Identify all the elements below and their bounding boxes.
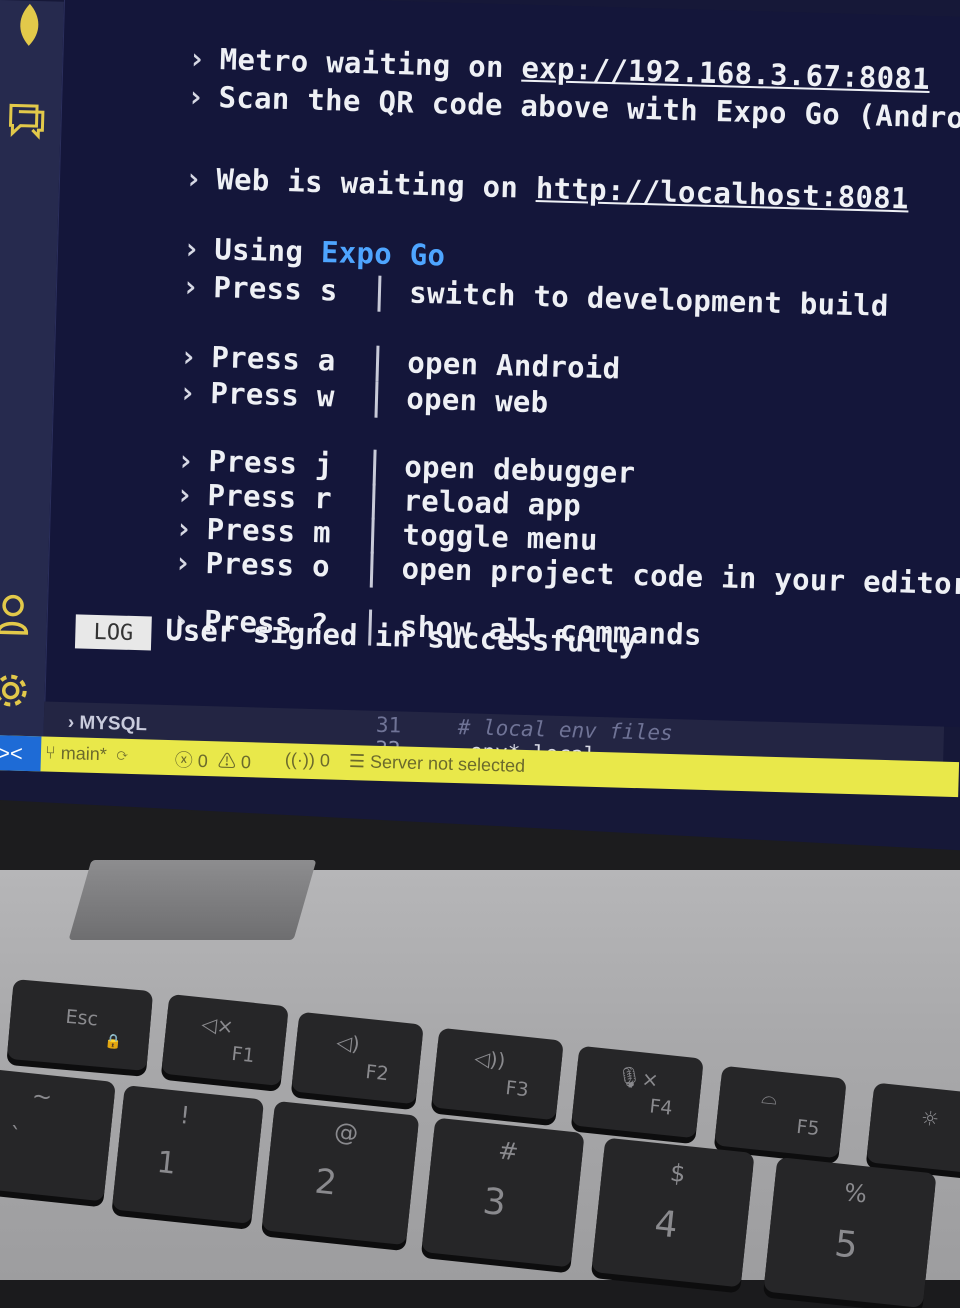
mute-icon: ◁× xyxy=(200,1011,235,1039)
key-f6[interactable]: ☼ xyxy=(866,1082,960,1174)
warning-icon: ⚠ xyxy=(212,751,237,772)
remote-button[interactable]: >< xyxy=(0,734,42,772)
key-f5[interactable]: ⌓ F5 xyxy=(714,1065,847,1159)
server-indicator[interactable]: ☰ Server not selected xyxy=(349,751,526,777)
terminal-panel[interactable]: › Metro waiting on exp://192.168.3.67:808… xyxy=(44,0,960,728)
ports-indicator[interactable]: ((·)) 0 xyxy=(285,749,331,771)
settings-gear-icon[interactable] xyxy=(0,668,33,713)
key-4[interactable]: $ 4 xyxy=(591,1137,755,1288)
git-branch-icon: ⑂ xyxy=(44,742,57,763)
volume-down-icon: ◁) xyxy=(335,1029,361,1057)
brightness-icon: ☼ xyxy=(919,1105,941,1132)
key-f3[interactable]: ◁)) F3 xyxy=(431,1027,564,1121)
error-icon: ⓧ xyxy=(174,750,194,771)
key-3[interactable]: # 3 xyxy=(421,1117,585,1268)
key-tilde[interactable]: ~ ` xyxy=(0,1068,116,1202)
database-icon: ☰ xyxy=(348,751,366,772)
remote-icon: >< xyxy=(0,739,24,766)
sync-icon: ⟳ xyxy=(111,744,128,765)
problems-indicator[interactable]: ⓧ 0 ⚠ 0 xyxy=(175,746,252,774)
key-esc[interactable]: Esc 🔒 xyxy=(6,979,154,1071)
web-url-link[interactable]: http://localhost:8081 xyxy=(535,171,909,215)
broadcast-icon: ((·)) xyxy=(284,749,316,771)
key-f1[interactable]: ◁× F1 xyxy=(161,993,289,1087)
key-f2[interactable]: ◁) F2 xyxy=(291,1011,424,1105)
laptop-screen: › Metro waiting on exp://192.168.3.67:808… xyxy=(0,0,960,860)
hinge xyxy=(68,860,317,940)
volume-up-icon: ◁)) xyxy=(473,1045,507,1073)
chevron-right-icon: › xyxy=(67,712,80,734)
key-f4[interactable]: 🎙× F4 xyxy=(571,1045,704,1139)
account-icon[interactable] xyxy=(0,592,35,637)
leaf-icon[interactable] xyxy=(7,2,52,47)
branch-indicator[interactable]: ⑂ main* ⟳ xyxy=(45,743,128,766)
key-5[interactable]: % 5 xyxy=(763,1157,937,1308)
chat-icon[interactable] xyxy=(4,98,49,143)
key-1[interactable]: ! 1 xyxy=(111,1085,265,1224)
key-2[interactable]: @ 2 xyxy=(261,1100,420,1246)
log-badge: LOG xyxy=(74,614,152,651)
vscode-window: › Metro waiting on exp://192.168.3.67:808… xyxy=(0,0,960,860)
lock-icon: 🔒 xyxy=(103,1033,123,1051)
keyboard-light-icon: ⌓ xyxy=(760,1083,779,1110)
mic-mute-icon: 🎙× xyxy=(615,1063,660,1093)
mysql-section[interactable]: › MYSQL xyxy=(68,712,148,736)
